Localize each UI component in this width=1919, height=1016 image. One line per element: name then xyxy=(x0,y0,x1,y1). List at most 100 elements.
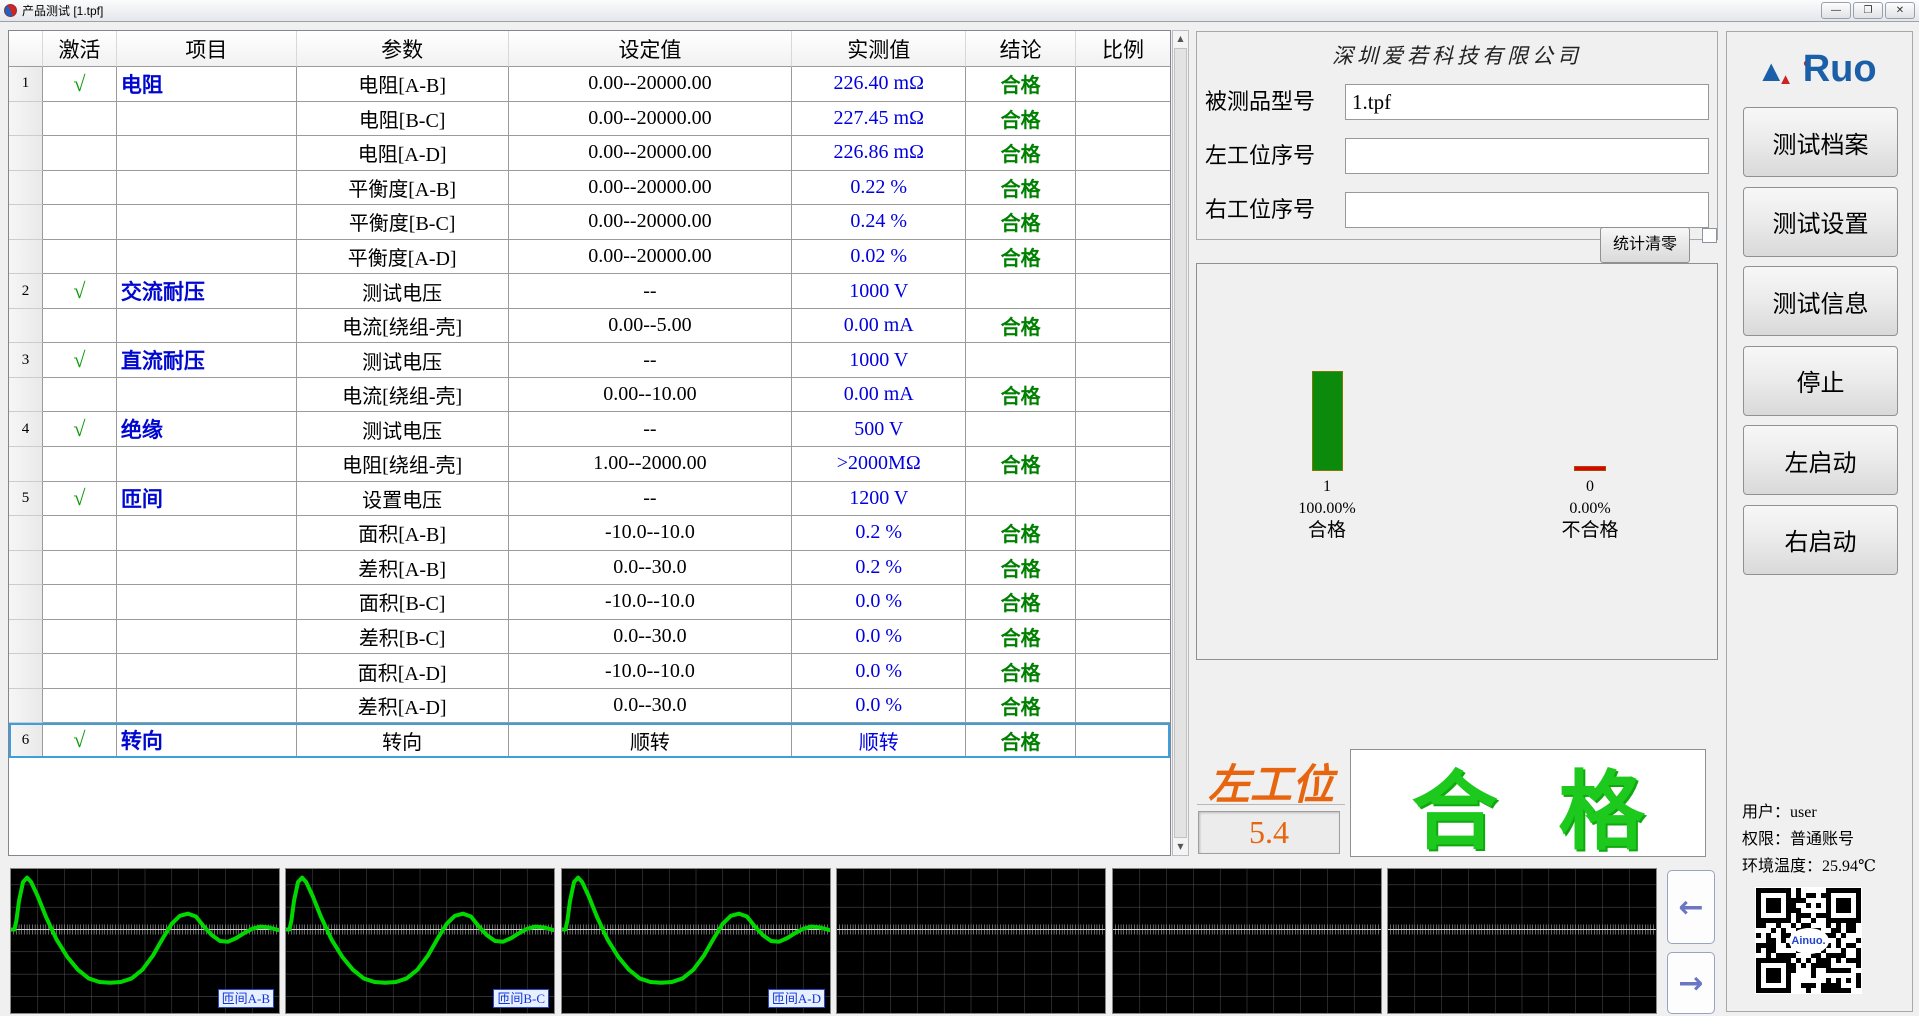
table-row[interactable]: 面积[B-C] -10.0--10.0 0.0 % 合格 xyxy=(9,585,1170,620)
table-row[interactable]: 差积[B-C] 0.0--30.0 0.0 % 合格 xyxy=(9,619,1170,655)
app-window: { "window": { "title": "产品测试 [1.tpf]", "… xyxy=(0,0,1919,1016)
cell-c3: 电流[绕组-壳] xyxy=(296,308,509,344)
side-button-3[interactable]: 停止 xyxy=(1743,345,1898,416)
scroll-up-button[interactable]: ▲ xyxy=(1173,31,1188,47)
table-row[interactable]: 电阻[B-C] 0.00--20000.00 227.45 mΩ 合格 xyxy=(9,101,1170,137)
table-row[interactable]: 面积[A-D] -10.0--10.0 0.0 % 合格 xyxy=(9,654,1170,689)
table-row[interactable]: 5 √ 匝间 设置电压 -- 1200 V xyxy=(9,481,1170,517)
stats-checkbox[interactable] xyxy=(1702,228,1717,243)
fail-count: 0 xyxy=(1586,478,1594,495)
table-row[interactable]: 平衡度[A-D] 0.00--20000.00 0.02 % 合格 xyxy=(9,239,1170,275)
scroll-down-button[interactable]: ▼ xyxy=(1173,839,1188,855)
cell-c7 xyxy=(1076,378,1170,413)
cell-c2: 匝间 xyxy=(116,481,297,517)
cell-c4: 0.00--20000.00 xyxy=(508,170,793,206)
cell-c4: 0.0--30.0 xyxy=(508,550,793,586)
pass-bar-labels: 1 100.00% 合格 xyxy=(1247,476,1407,542)
cell-c1 xyxy=(42,136,117,171)
table-row[interactable]: 2 √ 交流耐压 测试电压 -- 1000 V xyxy=(9,274,1170,309)
cell-c5: 500 V xyxy=(792,412,967,448)
fail-bar xyxy=(1574,466,1606,471)
cell-c4: 0.0--30.0 xyxy=(508,619,793,655)
cell-c7 xyxy=(1076,412,1170,448)
table-row[interactable]: 3 √ 直流耐压 测试电压 -- 1000 V xyxy=(9,343,1170,378)
column-header-5: 实测值 xyxy=(792,31,967,67)
cell-c3: 平衡度[A-D] xyxy=(296,239,509,275)
cell-c7 xyxy=(1076,102,1170,137)
cell-c0 xyxy=(9,136,43,171)
cell-c0 xyxy=(9,654,43,689)
clear-stats-button[interactable]: 统计清零 xyxy=(1600,227,1690,263)
left-serial-input[interactable] xyxy=(1345,138,1709,174)
cell-c3: 电阻[A-B] xyxy=(296,67,509,102)
side-button-0[interactable]: 测试档案 xyxy=(1743,107,1898,177)
table-row[interactable]: 差积[A-B] 0.0--30.0 0.2 % 合格 xyxy=(9,550,1170,586)
table-row[interactable]: 电流[绕组-壳] 0.00--5.00 0.00 mA 合格 xyxy=(9,308,1170,344)
column-header-3: 参数 xyxy=(296,31,509,67)
cell-c3: 测试电压 xyxy=(296,412,509,448)
table-row[interactable]: 电阻[绕组-壳] 1.00--2000.00 >2000MΩ 合格 xyxy=(9,447,1170,482)
cell-c2 xyxy=(116,170,297,206)
waveform-next-button[interactable]: → xyxy=(1667,952,1715,1014)
cell-c7 xyxy=(1076,620,1170,655)
scrollbar-thumb[interactable] xyxy=(1174,48,1187,838)
sidebar: ▲▲•Ruo 测试档案 测试设置 测试信息 停止 左启动 右启动 用户：user 权限：普… xyxy=(1726,31,1913,1012)
waveform-panel-5 xyxy=(1387,868,1657,1014)
table-row[interactable]: 4 √ 绝缘 测试电压 -- 500 V xyxy=(9,412,1170,448)
fail-bar-labels: 0 0.00% 不合格 xyxy=(1510,476,1670,542)
user-line: 用户：user xyxy=(1742,804,1817,821)
station-label: 左工位 xyxy=(1197,751,1345,809)
cell-c4: 0.00--10.00 xyxy=(508,377,793,413)
column-header-0 xyxy=(9,31,43,67)
table-scrollbar[interactable]: ▲ ▼ xyxy=(1172,30,1189,856)
waveform-panel-2: 匝间A-D xyxy=(561,868,831,1014)
cell-c5: 1200 V xyxy=(792,481,967,517)
cell-c1 xyxy=(42,239,117,275)
cell-c4: -10.0--10.0 xyxy=(508,585,793,620)
cell-c7 xyxy=(1076,585,1170,620)
waveform-prev-button[interactable]: ← xyxy=(1667,870,1715,944)
side-button-5[interactable]: 右启动 xyxy=(1743,504,1898,575)
cell-c2: 电阻 xyxy=(116,67,297,102)
close-button[interactable]: ✕ xyxy=(1885,2,1915,19)
side-button-1[interactable]: 测试设置 xyxy=(1743,186,1898,257)
cell-c7 xyxy=(1076,654,1170,689)
cell-c5: 0.02 % xyxy=(792,239,967,275)
side-button-4[interactable]: 左启动 xyxy=(1743,425,1898,495)
cell-c1 xyxy=(42,447,117,482)
cell-c0 xyxy=(9,308,43,344)
right-serial-input[interactable] xyxy=(1345,192,1709,228)
cell-c5: 0.0 % xyxy=(792,688,967,724)
cell-c0 xyxy=(9,619,43,655)
table-row[interactable]: 面积[A-B] -10.0--10.0 0.2 % 合格 xyxy=(9,516,1170,551)
table-row[interactable]: 6 √ 转向 转向 顺转 顺转 合格 xyxy=(9,723,1170,758)
table-row[interactable]: 平衡度[B-C] 0.00--20000.00 0.24 % 合格 xyxy=(9,205,1170,240)
table-row[interactable]: 电流[绕组-壳] 0.00--10.00 0.00 mA 合格 xyxy=(9,377,1170,413)
cell-c0: 4 xyxy=(9,412,43,448)
cell-c1 xyxy=(42,550,117,586)
cell-c1 xyxy=(42,619,117,655)
cell-c7 xyxy=(1076,516,1170,551)
cell-c5: 0.00 mA xyxy=(792,308,967,344)
cell-c2 xyxy=(116,447,297,482)
cell-c7 xyxy=(1076,447,1170,482)
cell-c2 xyxy=(116,585,297,620)
cell-c0 xyxy=(9,170,43,206)
maximize-button[interactable]: ❐ xyxy=(1853,2,1883,19)
side-button-2[interactable]: 测试信息 xyxy=(1743,266,1898,336)
table-row[interactable]: 差积[A-D] 0.0--30.0 0.0 % 合格 xyxy=(9,688,1170,724)
pass-label: 合格 xyxy=(1307,520,1346,541)
cell-c1 xyxy=(42,205,117,240)
model-input[interactable] xyxy=(1345,84,1709,120)
cell-c2 xyxy=(116,619,297,655)
product-info-box: 深圳爱若科技有限公司 被测品型号 左工位序号 右工位序号 xyxy=(1196,31,1718,240)
table-row[interactable]: 平衡度[A-B] 0.00--20000.00 0.22 % 合格 xyxy=(9,170,1170,206)
table-row[interactable]: 1 √ 电阻 电阻[A-B] 0.00--20000.00 226.40 mΩ 合格 xyxy=(9,67,1170,102)
cell-c1 xyxy=(42,170,117,206)
table-row[interactable]: 电阻[A-D] 0.00--20000.00 226.86 mΩ 合格 xyxy=(9,136,1170,171)
minimize-button[interactable]: — xyxy=(1821,2,1851,19)
column-header-1: 激活 xyxy=(42,31,117,67)
cell-c1: √ xyxy=(42,481,117,517)
statistics-chart: 1 100.00% 合格 0 0.00% 不合格 xyxy=(1196,263,1718,660)
cell-c4: -10.0--10.0 xyxy=(508,654,793,689)
